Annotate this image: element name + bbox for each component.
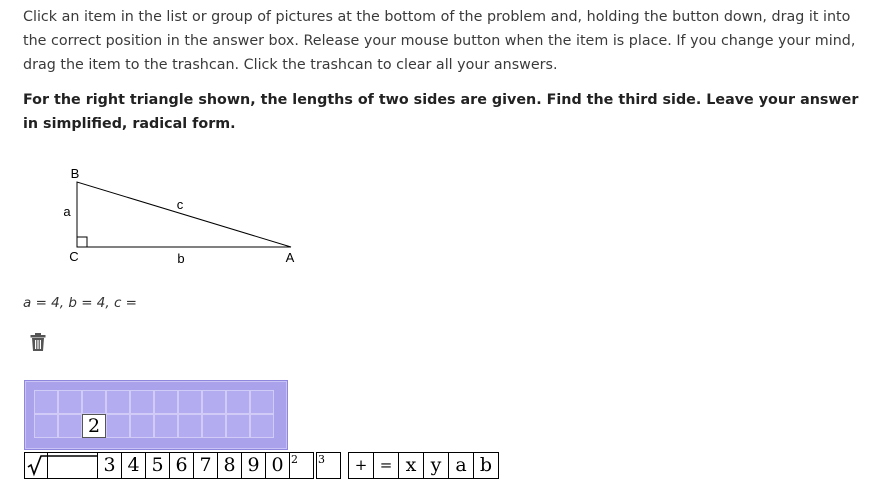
answer-cell[interactable] xyxy=(58,390,82,414)
question-text: For the right triangle shown, the length… xyxy=(23,92,859,132)
answer-box[interactable]: 2 xyxy=(24,380,288,450)
digit-3-tile[interactable]: 3 xyxy=(97,452,122,479)
equals-tile[interactable]: = xyxy=(373,452,399,479)
variable-a-tile[interactable]: a xyxy=(448,452,474,479)
digit-6-tile[interactable]: 6 xyxy=(169,452,194,479)
answer-cell[interactable] xyxy=(226,390,250,414)
side-b-label: b xyxy=(177,251,184,266)
answer-cell[interactable] xyxy=(226,414,250,438)
digit-5-tile[interactable]: 5 xyxy=(145,452,170,479)
square-root-tile[interactable] xyxy=(24,452,48,479)
triangle-shape xyxy=(76,181,292,248)
digit-9-tile[interactable]: 9 xyxy=(241,452,266,479)
answer-cell[interactable] xyxy=(202,390,226,414)
answer-cell[interactable] xyxy=(58,414,82,438)
vertex-a-label: A xyxy=(286,250,295,265)
variable-b-tile[interactable]: b xyxy=(473,452,499,479)
answer-cell[interactable] xyxy=(130,390,154,414)
instructions-text: Click an item in the list or group of pi… xyxy=(23,9,856,73)
answer-cell[interactable] xyxy=(178,390,202,414)
answer-cell[interactable] xyxy=(82,390,106,414)
answer-cell[interactable] xyxy=(106,414,130,438)
side-c-label: c xyxy=(177,197,184,212)
vertex-b-label: B xyxy=(71,166,80,181)
exponent-2-tile[interactable]: 2 xyxy=(289,452,314,479)
answer-cell[interactable] xyxy=(106,390,130,414)
tile-palette: 3 4 5 6 7 8 9 0 2 3 + = x y a b xyxy=(24,452,499,479)
right-triangle-figure: B C A a b c xyxy=(63,166,295,266)
variable-y-tile[interactable]: y xyxy=(423,452,449,479)
answer-cell[interactable] xyxy=(130,414,154,438)
answer-cell[interactable] xyxy=(250,414,274,438)
vertex-c-label: C xyxy=(69,249,78,264)
digit-7-tile[interactable]: 7 xyxy=(193,452,218,479)
answer-cell[interactable] xyxy=(154,414,178,438)
answer-cell[interactable] xyxy=(202,414,226,438)
answer-cell[interactable] xyxy=(178,414,202,438)
exponent-3-tile[interactable]: 3 xyxy=(316,452,341,479)
right-angle-marker xyxy=(76,236,88,248)
answer-cell[interactable] xyxy=(250,390,274,414)
digit-8-tile[interactable]: 8 xyxy=(217,452,242,479)
radical-vinculum-tile[interactable] xyxy=(47,452,98,479)
plus-tile[interactable]: + xyxy=(348,452,374,479)
trash-icon[interactable] xyxy=(29,332,47,352)
digit-0-tile[interactable]: 0 xyxy=(265,452,290,479)
variable-x-tile[interactable]: x xyxy=(398,452,424,479)
side-a-label: a xyxy=(63,204,71,219)
answer-cell-placed-tile[interactable]: 2 xyxy=(82,414,106,438)
digit-4-tile[interactable]: 4 xyxy=(121,452,146,479)
answer-grid: 2 xyxy=(34,390,274,438)
answer-cell[interactable] xyxy=(34,414,58,438)
answer-cell[interactable] xyxy=(154,390,178,414)
answer-cell[interactable] xyxy=(34,390,58,414)
given-values-equation: a = 4, b = 4, c = xyxy=(23,295,137,311)
